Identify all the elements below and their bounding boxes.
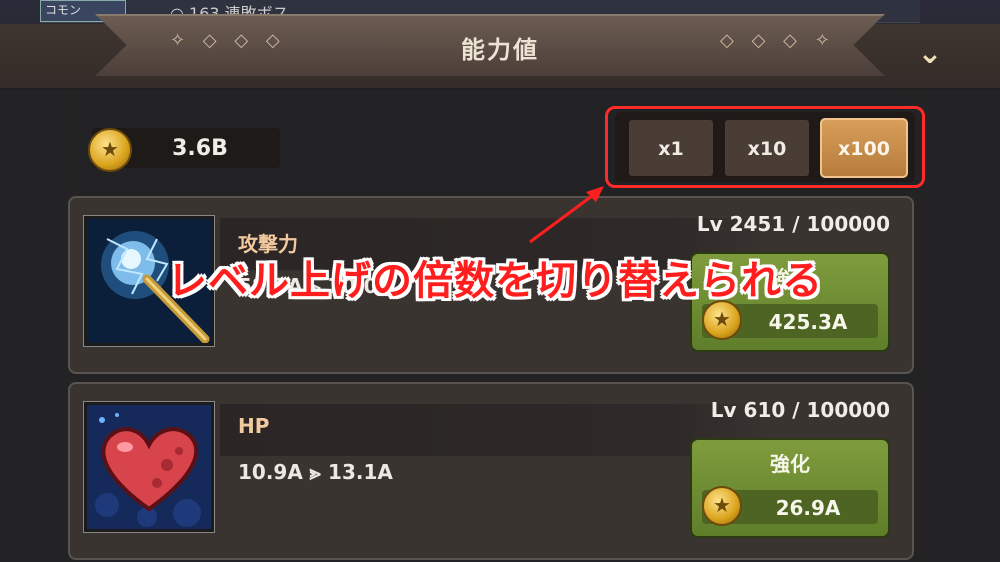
collapse-button[interactable]: ⌄	[902, 36, 958, 76]
multiplier-x1-button[interactable]: x1	[627, 118, 715, 178]
stat-level: Lv 610 / 100000	[710, 398, 890, 422]
upgrade-cost: 26.9A	[775, 496, 841, 520]
upgrade-hp-button[interactable]: 強化 ★ 26.9A	[690, 438, 890, 538]
gold-amount: 3.6B	[172, 136, 228, 161]
upgrade-cost: 425.3A	[768, 310, 848, 334]
arrow-right-icon: ⪢	[309, 460, 322, 484]
stat-level: Lv 2451 / 100000	[696, 212, 890, 236]
stat-card-hp: HP 10.9A ⪢ 13.1A Lv 610 / 100000 強化 ★ 26…	[68, 382, 914, 560]
stat-current-value: 10.9A	[238, 460, 303, 484]
coin-icon: ★	[702, 486, 742, 526]
page-title: 能力値	[461, 36, 539, 64]
chevron-down-icon: ⌄	[917, 36, 943, 71]
coin-icon: ★	[88, 128, 132, 172]
annotation-text: レベル上げの倍数を切り替えられる	[167, 258, 823, 304]
multiplier-x100-button[interactable]: x100	[820, 118, 908, 178]
upgrade-label: 強化	[770, 452, 810, 476]
stat-name: HP	[238, 414, 270, 438]
stat-values: 10.9A ⪢ 13.1A	[238, 460, 393, 484]
coin-icon: ★	[702, 300, 742, 340]
stat-next-value: 13.1A	[328, 460, 393, 484]
multiplier-x10-button[interactable]: x10	[723, 118, 811, 178]
heart-icon	[83, 401, 215, 533]
